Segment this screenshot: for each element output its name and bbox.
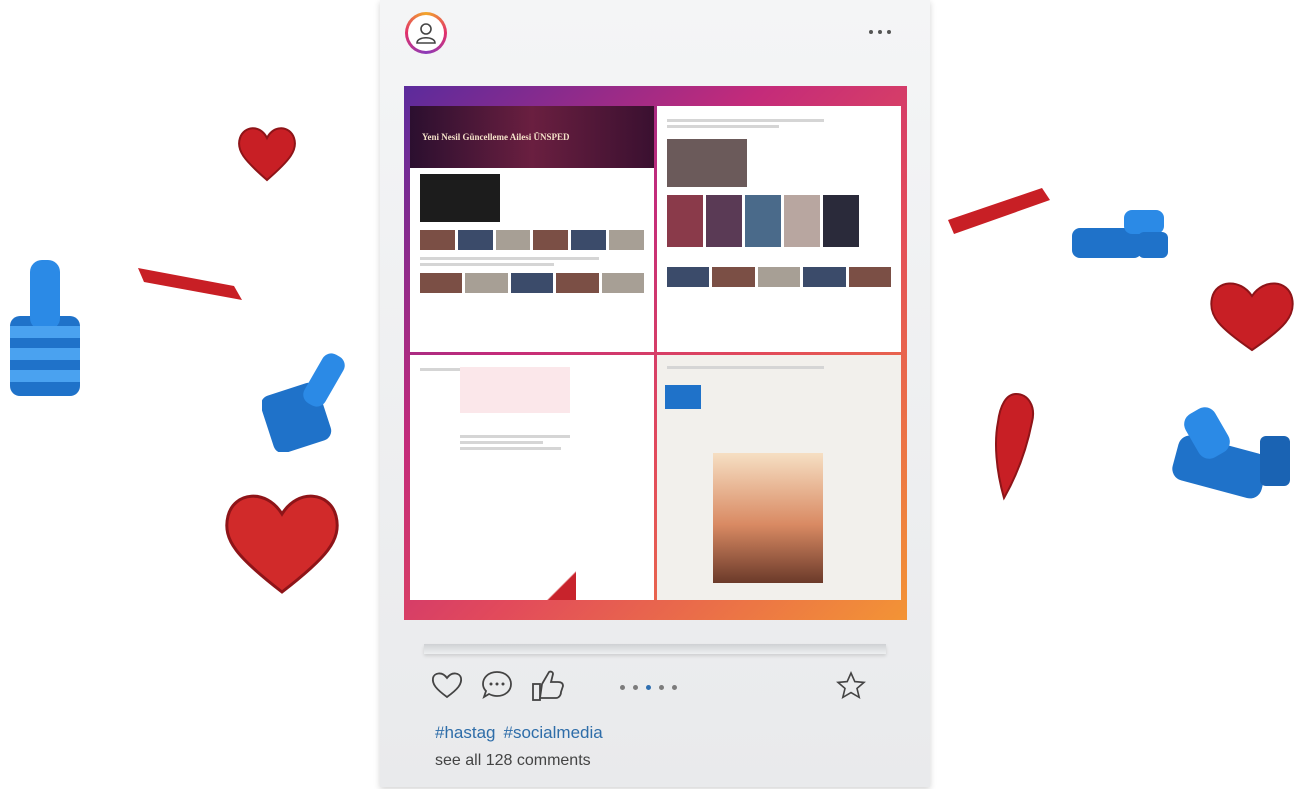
star-icon[interactable]: [835, 670, 867, 702]
view-comments-link[interactable]: see all 128 comments: [435, 752, 591, 770]
youtube-videos-screenshot: [657, 106, 901, 352]
thumbs-up-icon: [1172, 407, 1290, 499]
twitter-profile-screenshot: [410, 354, 654, 600]
heart-icon[interactable]: [430, 668, 464, 702]
heart-icon: [948, 188, 1050, 234]
comment-icon[interactable]: [480, 668, 514, 702]
video-thumbnail: [420, 174, 500, 222]
heart-icon: [138, 268, 242, 300]
hashtag-link[interactable]: #hastag: [435, 723, 496, 743]
thumbs-up-icon: [1072, 210, 1168, 258]
collage-grid: Yeni Nesil Güncelleme Ailesi ÜNSPED: [410, 106, 901, 600]
more-options-button[interactable]: [860, 20, 900, 44]
post-poster: [466, 564, 576, 600]
thumbs-up-icon: [262, 353, 345, 452]
thumbs-up-icon: [10, 260, 80, 396]
social-post-card: Yeni Nesil Güncelleme Ailesi ÜNSPED #has…: [380, 0, 930, 787]
banner-title: Yeni Nesil Güncelleme Ailesi ÜNSPED: [410, 106, 654, 168]
post-image[interactable]: Yeni Nesil Güncelleme Ailesi ÜNSPED: [404, 86, 907, 620]
heart-icon: [1210, 282, 1294, 352]
video-thumbnail: [667, 139, 747, 187]
user-icon: [416, 23, 436, 44]
linkedin-page-screenshot: [657, 354, 901, 600]
post-poster: [713, 452, 823, 583]
avatar[interactable]: [405, 12, 447, 54]
heart-icon: [238, 127, 296, 182]
thumbs-up-icon[interactable]: [530, 668, 566, 704]
hashtags: #hastag #socialmedia: [435, 723, 603, 743]
hashtag-link[interactable]: #socialmedia: [504, 723, 603, 743]
carousel-indicator: [620, 685, 677, 690]
ellipsis-icon: [869, 30, 873, 34]
heart-icon: [225, 494, 339, 594]
youtube-channel-screenshot: Yeni Nesil Güncelleme Ailesi ÜNSPED: [410, 106, 654, 352]
heart-icon: [995, 392, 1034, 501]
divider: [424, 644, 886, 654]
